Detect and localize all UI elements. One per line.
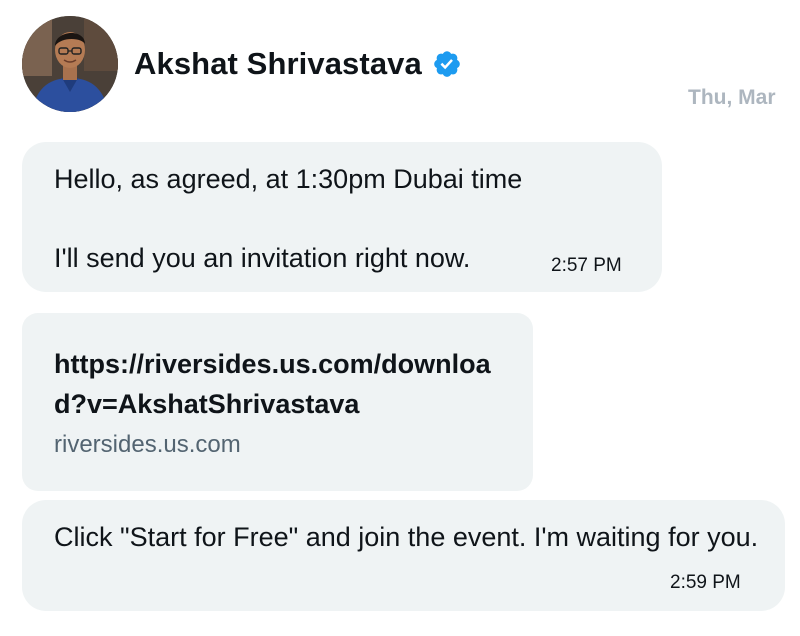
- contact-name[interactable]: Akshat Shrivastava: [134, 46, 422, 82]
- link-preview-domain: riversides.us.com: [54, 431, 241, 458]
- message-text: Hello, as agreed, at 1:30pm Dubai time: [54, 164, 523, 194]
- avatar[interactable]: [22, 16, 118, 112]
- message-timestamp: 2:57 PM: [551, 255, 622, 276]
- contact-name-row[interactable]: Akshat Shrivastava: [134, 46, 462, 82]
- message-bubble[interactable]: Click "Start for Free" and join the even…: [22, 500, 785, 611]
- date-separator: Thu, Mar: [688, 86, 776, 109]
- avatar-photo-icon: [22, 16, 118, 112]
- dm-conversation: Akshat Shrivastava Thu, Mar Hello, as ag…: [0, 0, 800, 636]
- message-text: I'll send you an invitation right now.: [54, 243, 471, 273]
- verified-badge-icon: [432, 49, 462, 79]
- message-text: Click "Start for Free" and join the even…: [54, 522, 759, 552]
- message-timestamp: 2:59 PM: [670, 572, 741, 593]
- link-preview-card[interactable]: https://riversides.us.com/download?v=Aks…: [22, 313, 533, 491]
- message-bubble[interactable]: Hello, as agreed, at 1:30pm Dubai time I…: [22, 142, 662, 292]
- link-preview-title[interactable]: https://riversides.us.com/download?v=Aks…: [54, 344, 514, 424]
- conversation-header: Akshat Shrivastava: [22, 16, 462, 112]
